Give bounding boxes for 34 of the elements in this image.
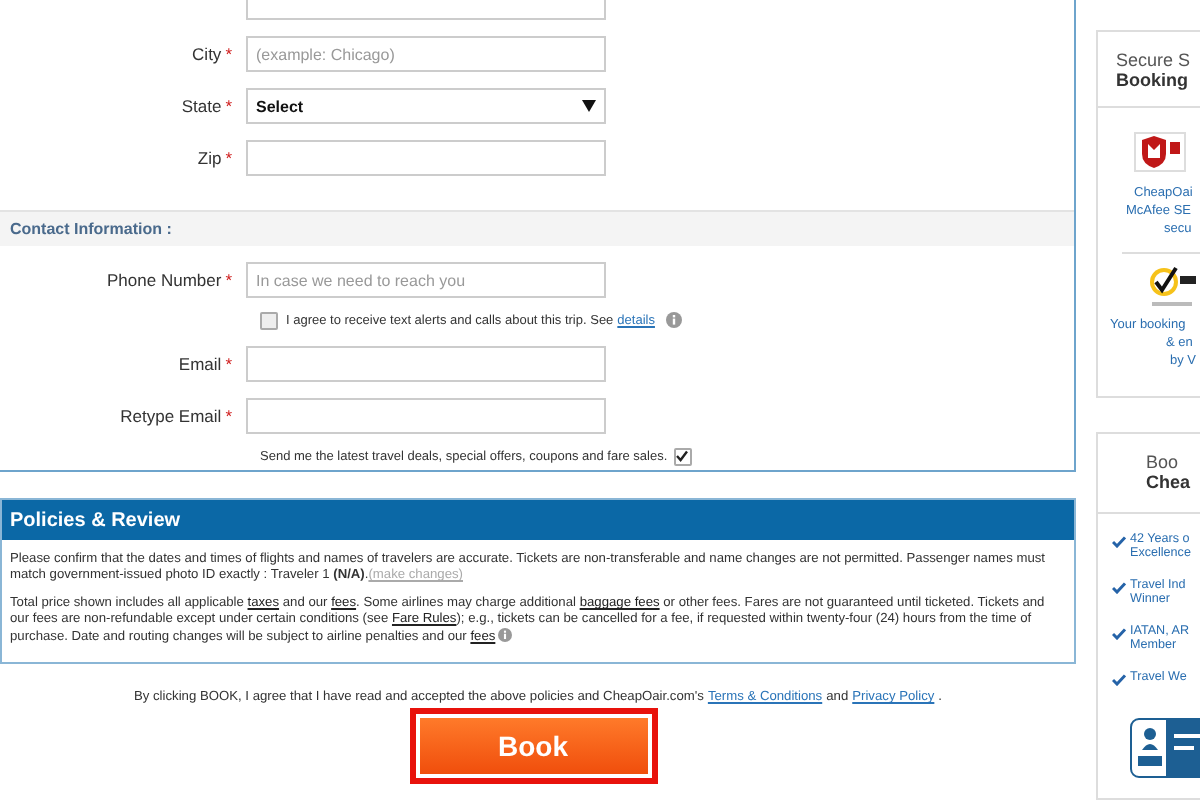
required-mark: * xyxy=(225,354,232,374)
panel-title: Policies & Review xyxy=(10,509,181,531)
required-mark: * xyxy=(225,44,232,64)
select-field[interactable]: Select xyxy=(246,88,606,124)
field-label: Zip * xyxy=(195,148,234,168)
required-mark: * xyxy=(225,96,232,116)
required-mark: * xyxy=(225,270,232,290)
info-icon[interactable] xyxy=(666,312,683,328)
field-label: Retype Email * xyxy=(118,406,234,426)
section-title: Contact Information : xyxy=(10,220,172,238)
email-field[interactable] xyxy=(246,398,606,434)
check-icon xyxy=(1112,582,1126,594)
check-icon xyxy=(1112,628,1126,640)
card-title: Secure S xyxy=(1116,50,1193,70)
check-icon xyxy=(1112,536,1126,548)
field-label: City * xyxy=(190,44,234,64)
card-title: Boo xyxy=(1146,452,1181,472)
checkbox[interactable] xyxy=(673,447,692,465)
checkbox[interactable] xyxy=(260,311,278,329)
field-label: State * xyxy=(179,96,234,116)
field-label: Email * xyxy=(176,354,234,374)
info-icon[interactable] xyxy=(497,628,512,642)
caret-icon xyxy=(582,100,596,112)
field-label: Phone Number * xyxy=(105,270,234,290)
shield-logo-icon xyxy=(1134,132,1186,172)
required-mark: * xyxy=(225,148,232,168)
card-subtitle: Chea xyxy=(1146,472,1193,492)
card-subtitle: Booking xyxy=(1116,70,1190,90)
required-mark: * xyxy=(225,406,232,426)
phone-field[interactable]: In case we need to reach you xyxy=(246,262,606,298)
text-field[interactable]: (example: Chicago) xyxy=(246,36,606,72)
check-icon xyxy=(1112,674,1126,686)
text-field[interactable] xyxy=(246,140,606,176)
email-field[interactable] xyxy=(246,346,606,382)
